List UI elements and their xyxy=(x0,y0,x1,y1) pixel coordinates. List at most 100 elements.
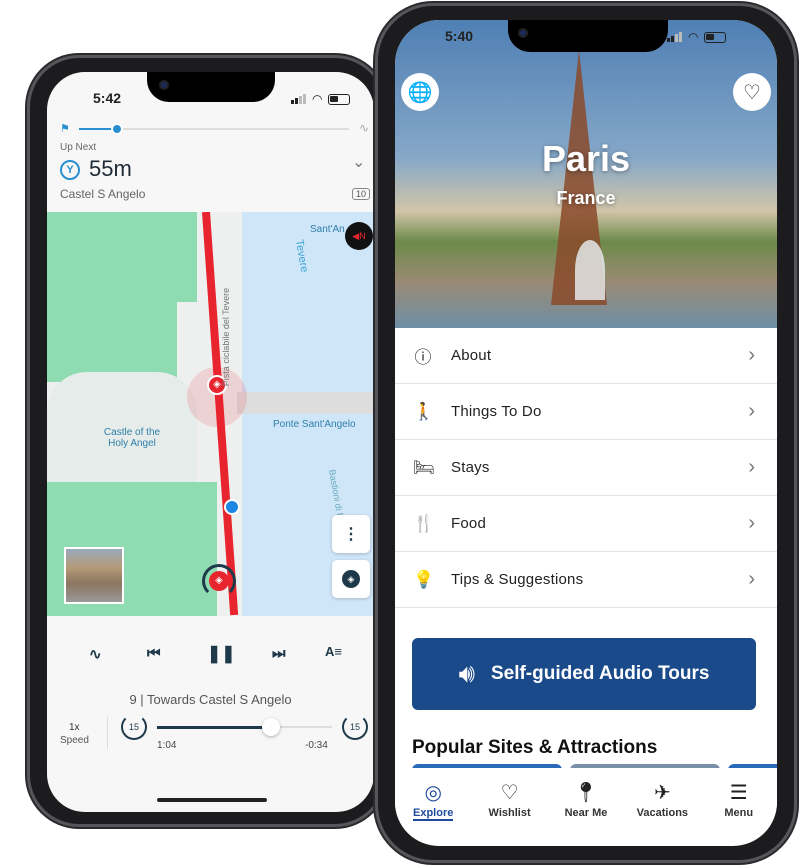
nav-wishlist[interactable]: ♡ Wishlist xyxy=(475,768,545,838)
chevron-right-icon: › xyxy=(748,512,755,534)
nav-near-me[interactable]: 📍︎ Near Me xyxy=(551,768,621,838)
recenter-button[interactable]: ◈ xyxy=(332,560,370,598)
map-label: Castle of the Holy Angel xyxy=(103,427,161,449)
status-time: 5:40 xyxy=(445,28,474,44)
nav-vacations[interactable]: ✈︎ Vacations xyxy=(627,768,697,838)
section-title: Popular Sites & Attractions xyxy=(412,737,658,758)
status-icons: ◠ xyxy=(291,92,351,106)
globe-icon: 🌐 xyxy=(407,81,433,104)
audio-tours-label: Self-guided Audio Tours xyxy=(490,663,710,684)
track-title: 9 | Towards Castel S Angelo xyxy=(129,692,292,707)
menu-label: Things To Do xyxy=(451,403,542,420)
camera-icon xyxy=(159,80,169,90)
nav-explore[interactable]: ◎ Explore xyxy=(398,768,468,838)
menu-item-tips[interactable]: 💡 Tips & Suggestions › xyxy=(395,552,777,608)
hamburger-menu-icon: ☰ xyxy=(729,782,748,804)
menu-item-things-to-do[interactable]: 🚶 Things To Do › xyxy=(395,384,777,440)
tour-progress-bar[interactable] xyxy=(79,123,349,135)
menu-item-food[interactable]: 🍴 Food › xyxy=(395,496,777,552)
notch xyxy=(147,72,275,102)
progress-knob[interactable] xyxy=(110,123,123,135)
menu-item-stays[interactable]: 🛏 Stays › xyxy=(395,440,777,496)
info-icon: ⓘ xyxy=(414,348,432,367)
route-icon[interactable]: ∿ xyxy=(359,121,369,135)
status-time: 5:42 xyxy=(93,90,122,106)
lightbulb-icon: 💡 xyxy=(413,569,435,589)
compass-icon[interactable]: ◀N xyxy=(345,222,373,250)
menu-label: Tips & Suggestions xyxy=(451,571,584,588)
current-location-dot xyxy=(224,499,240,515)
speaker-icon: 🔊︎ xyxy=(458,658,475,688)
nav-label: Wishlist xyxy=(488,807,531,819)
home-indicator xyxy=(157,798,267,802)
signal-icon xyxy=(291,94,306,104)
transcript-icon[interactable]: A≡ xyxy=(325,644,342,659)
walking-icon: 🚶 xyxy=(413,401,435,421)
menu-label: Stays xyxy=(451,459,490,476)
next-track-button[interactable]: ⏭ xyxy=(272,645,286,662)
more-options-button[interactable]: ⋮ xyxy=(332,515,370,553)
battery-icon xyxy=(328,93,351,105)
notch xyxy=(508,20,668,52)
map-label: Pista ciclabile del Tevere xyxy=(221,287,232,387)
audio-marker-icon[interactable]: ◈ xyxy=(202,564,236,598)
audio-scrubber[interactable] xyxy=(157,718,332,736)
remaining-time: -0:34 xyxy=(305,740,328,751)
menu-label: Food xyxy=(451,515,486,532)
elapsed-time: 1:04 xyxy=(157,740,177,751)
city-guide-screen: 5:40 ◠ 🌐 ♡ Paris France ⓘ About › 🚶 Things … xyxy=(395,20,777,846)
compass-icon: ◈ xyxy=(342,570,360,588)
battery-icon xyxy=(704,31,727,43)
audio-tours-button[interactable]: 🔊︎ Self-guided Audio Tours xyxy=(412,638,756,710)
next-stop-name: Castel S Angelo xyxy=(60,187,146,201)
wishlist-button[interactable]: ♡ xyxy=(733,73,771,111)
change-destination-button[interactable]: 🌐 xyxy=(401,73,439,111)
right-phone-frame: 5:40 ◠ 🌐 ♡ Paris France ⓘ About › 🚶 Things … xyxy=(375,3,797,863)
map-label: Ponte Sant'Angelo xyxy=(273,419,356,430)
stop-photo-thumbnail[interactable] xyxy=(64,547,124,604)
map-label: Sant'An xyxy=(310,224,345,235)
heart-icon: ♡ xyxy=(743,81,761,104)
divider xyxy=(107,717,108,749)
collapse-chevron-icon[interactable]: ⌄ xyxy=(352,152,365,172)
compass-icon: ◎ xyxy=(424,782,442,804)
more-vertical-icon: ⋮ xyxy=(343,526,359,543)
distance: 55m xyxy=(89,156,132,181)
speed-label: Speed xyxy=(60,735,89,746)
pause-button[interactable]: ❚❚ xyxy=(207,644,236,664)
camera-icon xyxy=(518,28,528,38)
paris-hero-image: 5:40 ◠ 🌐 ♡ Paris France xyxy=(395,20,777,328)
stop-number-badge: 10 xyxy=(352,188,371,200)
nav-label: Near Me xyxy=(564,807,608,819)
nav-menu[interactable]: ☰ Menu xyxy=(704,768,774,838)
country-subtitle: France xyxy=(556,188,616,208)
chevron-right-icon: › xyxy=(748,568,755,590)
menu-item-about[interactable]: ⓘ About › xyxy=(395,328,777,384)
status-icons: ◠ xyxy=(667,30,727,44)
nav-label: Explore xyxy=(413,807,454,821)
skip-back-button[interactable]: 15 xyxy=(121,714,147,740)
speed-value[interactable]: 1x xyxy=(69,722,80,733)
chevron-right-icon: › xyxy=(748,400,755,422)
direction-icon: Y xyxy=(60,160,80,180)
signal-icon xyxy=(667,32,682,42)
nav-label: Menu xyxy=(724,807,754,819)
airplane-icon: ✈︎ xyxy=(653,782,671,804)
chevron-right-icon: › xyxy=(748,456,755,478)
skip-forward-button[interactable]: 15 xyxy=(342,714,368,740)
left-phone-frame: 5:42 ◠ ⚑ ∿ Up Next Y 55m ⌄ Castel S Ange… xyxy=(27,55,387,827)
wifi-icon: ◠ xyxy=(312,92,323,106)
map-view[interactable]: ◈ ◀N Sant'An Tevere Pista ciclabile del … xyxy=(47,212,374,616)
flag-icon: ⚑ xyxy=(60,123,70,135)
bottom-nav: ◎ Explore ♡ Wishlist 📍︎ Near Me ✈︎ Vacations… xyxy=(395,768,777,838)
up-next-label: Up Next xyxy=(60,142,97,153)
city-title: Paris xyxy=(541,138,631,179)
wifi-icon: ◠ xyxy=(688,30,699,44)
heart-icon: ♡ xyxy=(500,782,519,804)
route-toggle-icon[interactable]: ∿ xyxy=(89,645,102,663)
location-pin-icon: 📍︎ xyxy=(573,782,599,804)
navigation-screen: 5:42 ◠ ⚑ ∿ Up Next Y 55m ⌄ Castel S Ange… xyxy=(47,72,374,812)
bed-icon: 🛏 xyxy=(413,457,435,477)
previous-track-button[interactable]: ⏮ xyxy=(147,645,161,662)
chevron-right-icon: › xyxy=(748,344,755,366)
